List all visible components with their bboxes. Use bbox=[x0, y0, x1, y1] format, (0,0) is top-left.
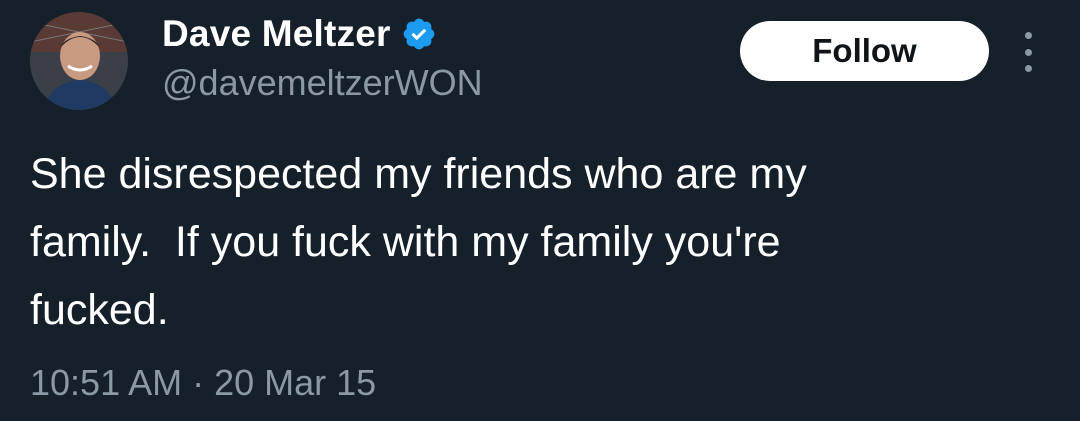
tweet-card: Dave Meltzer @davemeltzerWON Follow She … bbox=[0, 0, 1080, 421]
more-vertical-icon[interactable] bbox=[1014, 32, 1042, 72]
more-dot bbox=[1024, 65, 1032, 72]
avatar[interactable] bbox=[30, 12, 128, 110]
more-dot bbox=[1024, 32, 1032, 39]
author-handle[interactable]: @davemeltzerWON bbox=[162, 62, 483, 104]
author-name-row: Dave Meltzer bbox=[162, 10, 437, 58]
avatar-image bbox=[30, 12, 128, 110]
follow-button[interactable]: Follow bbox=[740, 21, 989, 81]
verified-badge-icon bbox=[401, 16, 437, 52]
tweet-timestamp[interactable]: 10:51 AM · 20 Mar 15 bbox=[30, 362, 376, 404]
author-display-name[interactable]: Dave Meltzer bbox=[162, 13, 391, 55]
tweet-text: She disrespected my friends who are my f… bbox=[30, 150, 807, 334]
more-dot bbox=[1024, 48, 1032, 56]
